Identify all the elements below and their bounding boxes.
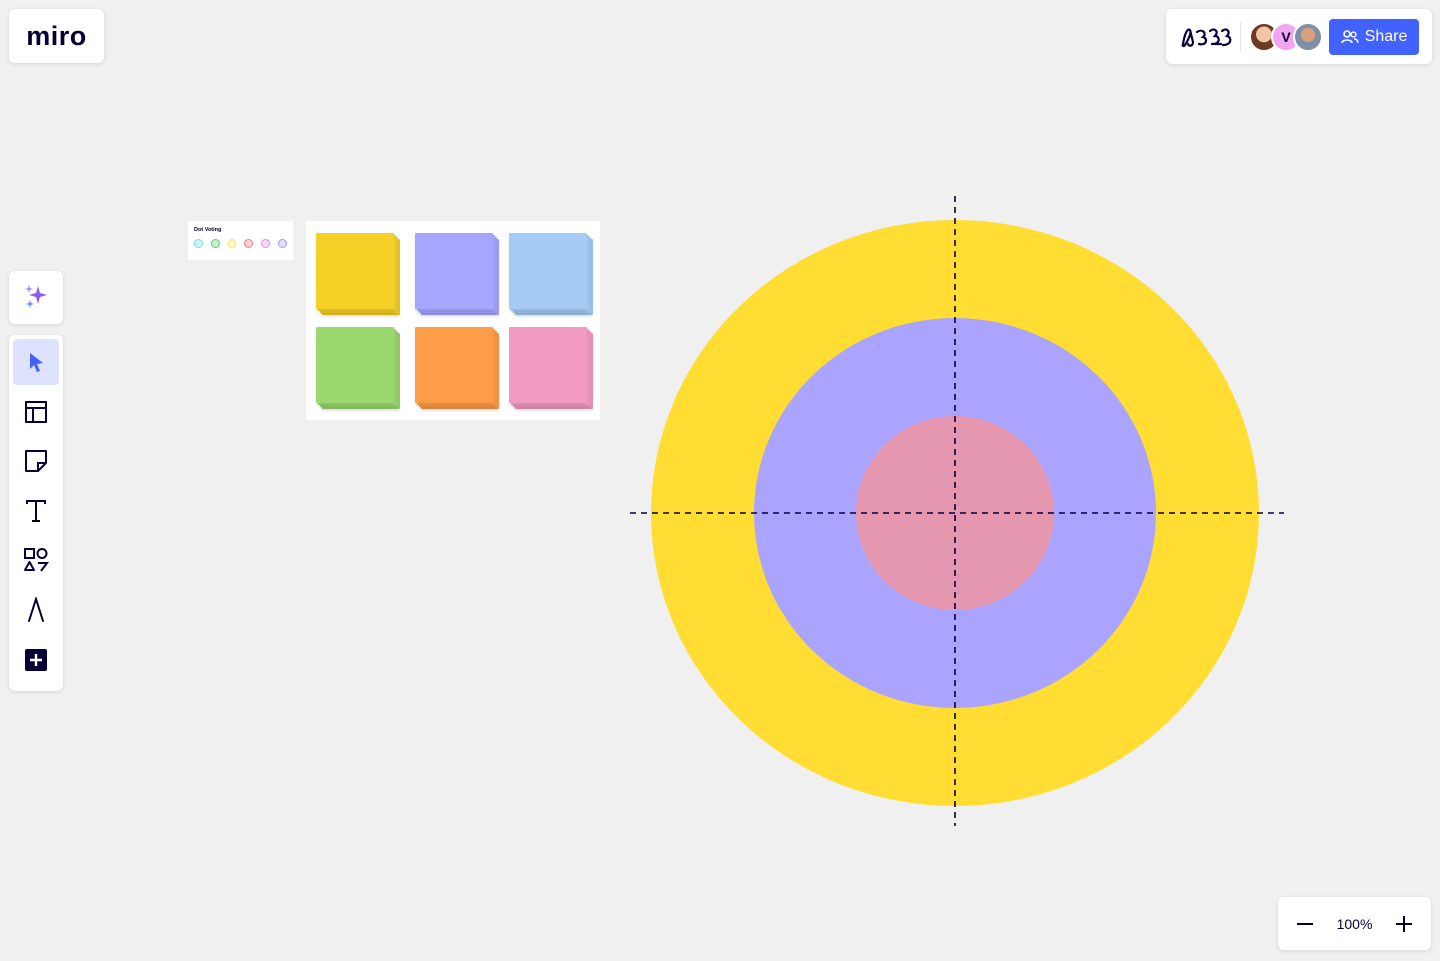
shapes-icon (24, 548, 49, 572)
sticky-note[interactable] (316, 327, 394, 403)
target-diagram (630, 196, 1284, 826)
voting-dot-2[interactable] (210, 239, 220, 248)
header-panel: V Share (1166, 9, 1432, 64)
ai-assist-panel (9, 271, 63, 324)
outer-ring[interactable] (651, 220, 1259, 806)
sticky-notes-frame[interactable] (306, 221, 600, 420)
dot-voting-card[interactable]: Dot Voting (188, 221, 293, 260)
tools-toolbar (9, 335, 63, 691)
sticky-note[interactable] (509, 327, 587, 403)
sticky-note-icon (25, 450, 47, 473)
header-divider (1240, 21, 1241, 52)
templates-icon (25, 400, 47, 423)
collaborator-avatars[interactable]: V (1249, 21, 1323, 52)
sticky-note[interactable] (509, 233, 587, 309)
ai-assist-button[interactable] (13, 273, 59, 319)
board-scribble-icon[interactable] (1178, 19, 1234, 55)
avatar-initial: V (1281, 28, 1291, 45)
miro-logo: miro (26, 20, 87, 51)
people-icon (1340, 29, 1359, 43)
share-button[interactable]: Share (1329, 18, 1419, 55)
sticky-stack-3[interactable] (509, 233, 593, 315)
sticky-note[interactable] (415, 327, 493, 403)
cursor-icon (30, 353, 43, 372)
voting-dot-6[interactable] (278, 239, 287, 248)
zoom-level[interactable]: 100% (1337, 916, 1373, 932)
more-tools-button[interactable] (13, 637, 59, 683)
minus-icon (1297, 922, 1313, 925)
zoom-out-button[interactable] (1290, 909, 1320, 939)
share-label: Share (1364, 27, 1408, 45)
inner-circle[interactable] (856, 416, 1054, 610)
shapes-tool[interactable] (13, 537, 59, 583)
collaborator-avatar-3[interactable] (1293, 21, 1323, 52)
select-tool[interactable] (13, 339, 59, 385)
sticky-note[interactable] (415, 233, 493, 309)
middle-ring[interactable] (754, 318, 1156, 708)
text-tool[interactable] (13, 488, 59, 534)
pen-tool[interactable] (13, 587, 59, 633)
voting-dot-3[interactable] (227, 239, 237, 248)
voting-dot-1[interactable] (194, 239, 203, 248)
zoom-in-button[interactable] (1389, 909, 1419, 939)
dot-voting-title: Dot Voting (194, 227, 222, 233)
sticky-stack-5[interactable] (415, 327, 499, 409)
sticky-stack-4[interactable] (316, 327, 400, 409)
text-icon (26, 499, 46, 522)
voting-dot-5[interactable] (261, 239, 271, 248)
voting-dot-4[interactable] (244, 239, 254, 248)
zoom-controls: 100% (1278, 897, 1431, 950)
pen-icon (28, 596, 44, 622)
plus-icon (1396, 915, 1412, 932)
sparkles-icon (25, 284, 47, 308)
sticky-stack-1[interactable] (316, 233, 400, 315)
voting-dots (194, 239, 287, 248)
sticky-note[interactable] (316, 233, 394, 309)
plus-square-icon (25, 648, 47, 671)
sticky-stack-2[interactable] (415, 233, 499, 315)
sticky-stack-6[interactable] (509, 327, 593, 409)
logo-panel[interactable]: miro (9, 9, 104, 63)
sticky-note-tool[interactable] (13, 438, 59, 484)
templates-tool[interactable] (13, 389, 59, 435)
